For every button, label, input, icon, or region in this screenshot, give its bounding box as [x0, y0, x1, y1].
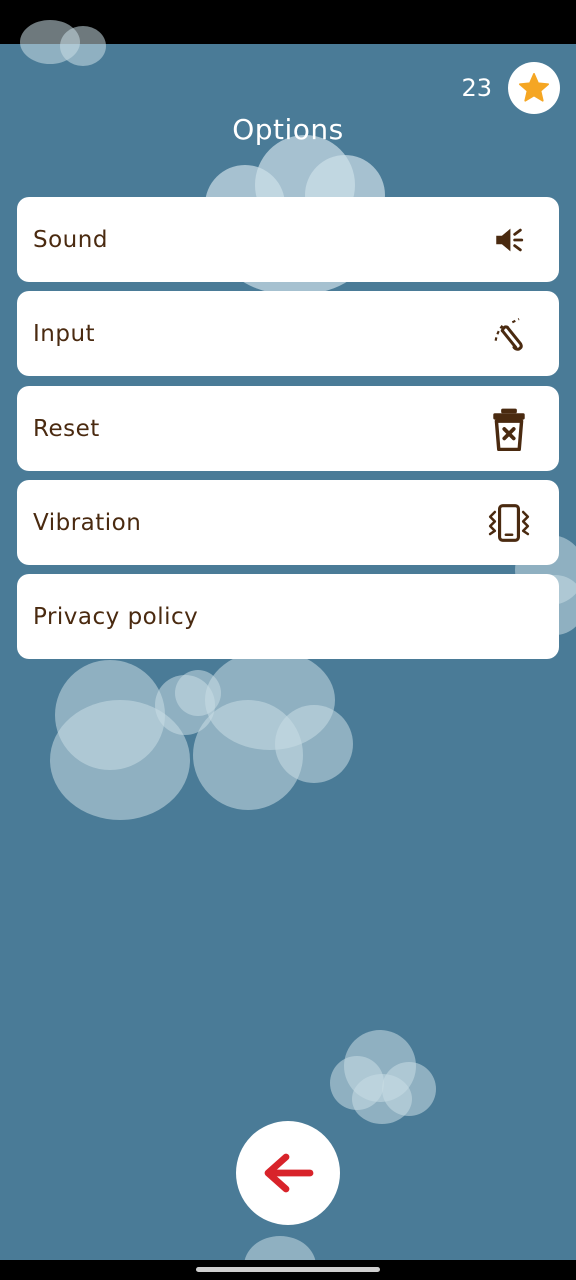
options-screen: 23 Options Sound Input Reset Vibration P…	[0, 0, 576, 1280]
arrow-left-icon	[264, 1153, 314, 1193]
option-reset[interactable]: Reset	[17, 386, 559, 471]
home-indicator[interactable]	[196, 1267, 380, 1272]
cloud-decoration	[45, 650, 365, 825]
cloud-decoration	[20, 20, 110, 70]
vibrate-icon	[487, 501, 531, 545]
option-label: Privacy policy	[33, 603, 199, 630]
page-title: Options	[232, 113, 344, 146]
option-input[interactable]: Input	[17, 291, 559, 376]
tap-icon	[487, 312, 531, 356]
cloud-decoration	[330, 1030, 438, 1125]
option-sound[interactable]: Sound	[17, 197, 559, 282]
system-nav-bar	[0, 1260, 576, 1280]
option-label: Sound	[33, 226, 108, 253]
speaker-icon	[487, 218, 531, 262]
score-count: 23	[461, 74, 492, 102]
option-label: Input	[33, 320, 96, 347]
star-badge[interactable]	[508, 62, 560, 114]
option-label: Reset	[33, 415, 100, 442]
option-vibration[interactable]: Vibration	[17, 480, 559, 565]
back-button[interactable]	[236, 1121, 340, 1225]
option-privacy-policy[interactable]: Privacy policy	[17, 574, 559, 659]
trash-icon	[487, 407, 531, 451]
star-icon	[518, 72, 550, 102]
option-label: Vibration	[33, 509, 142, 536]
